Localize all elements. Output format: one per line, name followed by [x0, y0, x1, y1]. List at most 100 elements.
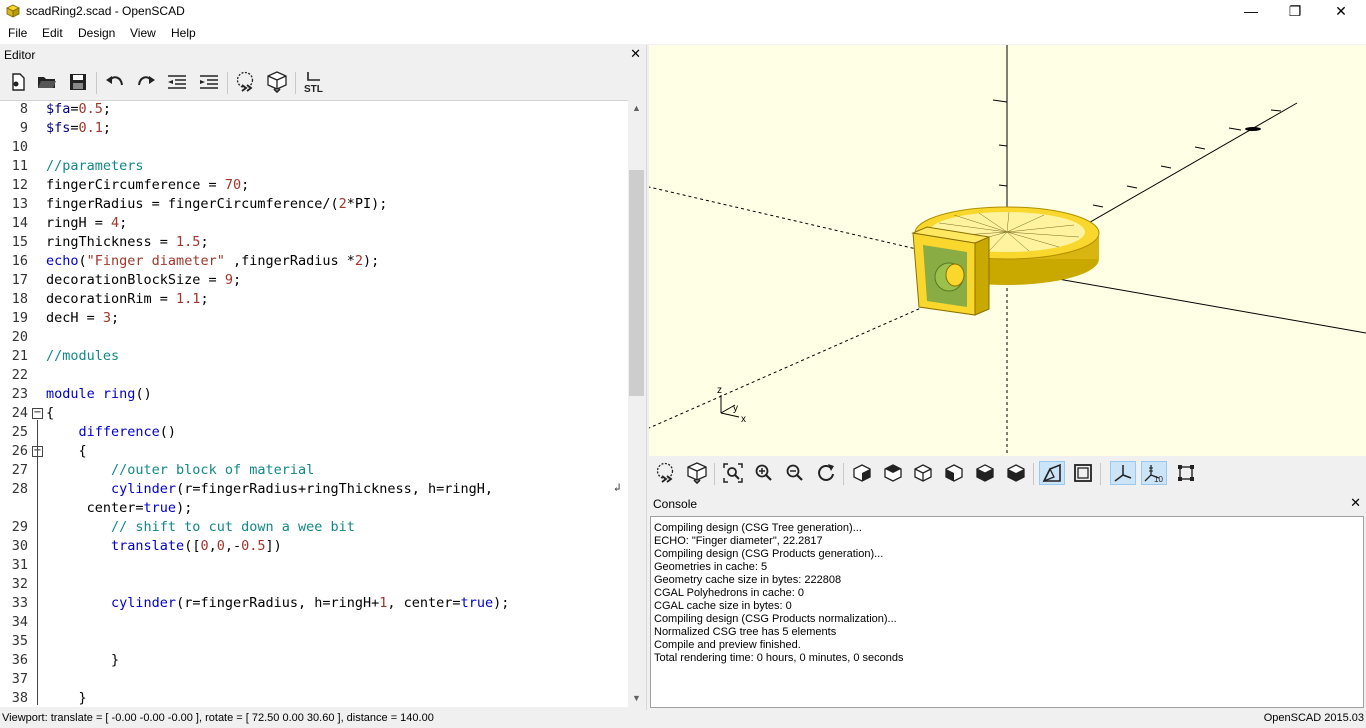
line-number: 23 — [11, 386, 28, 402]
code-line[interactable]: 27 //outer block of material — [0, 462, 628, 481]
code-line[interactable]: 38 } — [0, 690, 628, 707]
editor-preview-button[interactable] — [233, 70, 259, 94]
fold-toggle-icon[interactable]: − — [32, 408, 43, 419]
code-line[interactable]: 37 — [0, 671, 628, 690]
code-line[interactable]: 14 ringH = 4; — [0, 215, 628, 234]
scroll-up-arrow-icon[interactable]: ▲ — [628, 100, 645, 117]
code-text: //parameters — [46, 158, 144, 174]
minimize-button[interactable]: — — [1228, 0, 1274, 23]
line-number: 36 — [11, 652, 28, 668]
new-file-button[interactable] — [5, 70, 31, 94]
code-line[interactable]: 19 decH = 3; — [0, 310, 628, 329]
show-edges-button[interactable] — [1173, 461, 1199, 485]
view-left-button[interactable] — [941, 461, 967, 485]
code-line[interactable]: 25 difference() — [0, 424, 628, 443]
editor-title: Editor — [4, 48, 36, 62]
preview-button[interactable] — [653, 461, 679, 485]
scrollbar-thumb[interactable] — [629, 170, 644, 396]
view-front-icon — [975, 464, 995, 482]
view-back-button[interactable] — [1003, 461, 1029, 485]
code-line[interactable]: 20 — [0, 329, 628, 348]
reset-view-button[interactable] — [813, 461, 839, 485]
code-text: ringH = 4; — [46, 215, 128, 231]
code-line[interactable]: 23 module ring() — [0, 386, 628, 405]
code-editor[interactable]: 8 $fa=0.5; 9 $fs=0.1; 10 11 //parameters 12 fing… — [0, 100, 628, 707]
view-top-button[interactable] — [880, 461, 906, 485]
line-number: 25 — [11, 424, 28, 440]
code-line[interactable]: 31 — [0, 557, 628, 576]
code-line[interactable]: 21 //modules — [0, 348, 628, 367]
view-all-button[interactable] — [720, 461, 746, 485]
code-line[interactable]: center=true); — [0, 500, 628, 519]
code-line[interactable]: 8 $fa=0.5; — [0, 101, 628, 120]
zoom-in-button[interactable] — [751, 461, 777, 485]
undo-button[interactable] — [102, 70, 128, 94]
unindent-icon — [168, 75, 186, 89]
code-line[interactable]: 24−{ — [0, 405, 628, 424]
line-number: 14 — [11, 215, 28, 231]
code-line[interactable]: 10 — [0, 139, 628, 158]
line-number: 30 — [11, 538, 28, 554]
open-file-button[interactable] — [34, 70, 60, 94]
zoom-out-button[interactable] — [782, 461, 808, 485]
view-bottom-icon — [914, 464, 932, 482]
unindent-button[interactable] — [164, 70, 190, 94]
view-front-button[interactable] — [972, 461, 998, 485]
close-window-button[interactable]: ✕ — [1318, 0, 1364, 23]
code-line[interactable]: 9 $fs=0.1; — [0, 120, 628, 139]
code-line[interactable]: 32 — [0, 576, 628, 595]
line-number: 19 — [11, 310, 28, 326]
code-line[interactable]: 11 //parameters — [0, 158, 628, 177]
console-output[interactable]: Compiling design (CSG Tree generation)..… — [650, 516, 1364, 708]
console-line: Total rendering time: 0 hours, 0 minutes… — [654, 652, 904, 664]
code-line[interactable]: 26− { — [0, 443, 628, 462]
code-line[interactable]: 28 cylinder(r=fingerRadius+ringThickness… — [0, 481, 628, 500]
show-axes-button[interactable] — [1110, 461, 1136, 485]
menu-view[interactable]: View — [130, 26, 156, 40]
scroll-down-arrow-icon[interactable]: ▼ — [628, 690, 645, 707]
line-number: 34 — [11, 614, 28, 630]
editor-vertical-scrollbar[interactable]: ▲ ▼ — [628, 100, 645, 707]
code-line[interactable]: 34 — [0, 614, 628, 633]
code-line[interactable]: 30 translate([0,0,-0.5]) — [0, 538, 628, 557]
menu-edit[interactable]: Edit — [42, 26, 63, 40]
code-line[interactable]: 15 ringThickness = 1.5; — [0, 234, 628, 253]
line-number: 38 — [11, 690, 28, 706]
code-line[interactable]: 29 // shift to cut down a wee bit — [0, 519, 628, 538]
export-stl-button[interactable]: STL — [301, 70, 327, 94]
code-line[interactable]: 35 — [0, 633, 628, 652]
viewport-status: Viewport: translate = [ -0.00 -0.00 -0.0… — [2, 712, 434, 724]
view-right-button[interactable] — [849, 461, 875, 485]
code-text: cylinder(r=fingerRadius+ringThickness, h… — [111, 481, 494, 497]
menu-design[interactable]: Design — [78, 26, 115, 40]
stl-export-icon: STL — [304, 72, 323, 94]
code-line[interactable]: 16 echo("Finger diameter" ,fingerRadius *… — [0, 253, 628, 272]
console-close-button[interactable]: ✕ — [1350, 495, 1361, 511]
render-button[interactable] — [684, 461, 710, 485]
code-line[interactable]: 22 — [0, 367, 628, 386]
editor-render-button[interactable] — [264, 70, 290, 94]
code-line[interactable]: 12 fingerCircumference = 70; — [0, 177, 628, 196]
3d-viewport[interactable]: z y x — [649, 45, 1366, 456]
code-text: // shift to cut down a wee bit — [111, 519, 355, 535]
code-line[interactable]: 17 decorationBlockSize = 9; — [0, 272, 628, 291]
code-line[interactable]: 13 fingerRadius = fingerCircumference/(2*… — [0, 196, 628, 215]
menu-file[interactable]: File — [8, 26, 27, 40]
editor-close-button[interactable]: ✕ — [630, 46, 641, 62]
axis-z-label: z — [717, 385, 722, 396]
orthogonal-button[interactable] — [1070, 461, 1096, 485]
menu-help[interactable]: Help — [171, 26, 196, 40]
code-line[interactable]: 36 } — [0, 652, 628, 671]
indent-button[interactable] — [196, 70, 222, 94]
line-number: 33 — [11, 595, 28, 611]
code-line[interactable]: 33 cylinder(r=fingerRadius, h=ringH+1, c… — [0, 595, 628, 614]
maximize-button[interactable]: ❐ — [1272, 0, 1318, 23]
perspective-button[interactable] — [1039, 461, 1065, 485]
render-cube-icon — [687, 462, 707, 484]
redo-button[interactable] — [133, 70, 159, 94]
view-bottom-button[interactable] — [910, 461, 936, 485]
show-scale-markers-button[interactable]: 10 — [1141, 461, 1167, 485]
code-line[interactable]: 18 decorationRim = 1.1; — [0, 291, 628, 310]
menu-bar: File Edit Design View Help — [0, 23, 1366, 44]
save-file-button[interactable] — [65, 70, 91, 94]
